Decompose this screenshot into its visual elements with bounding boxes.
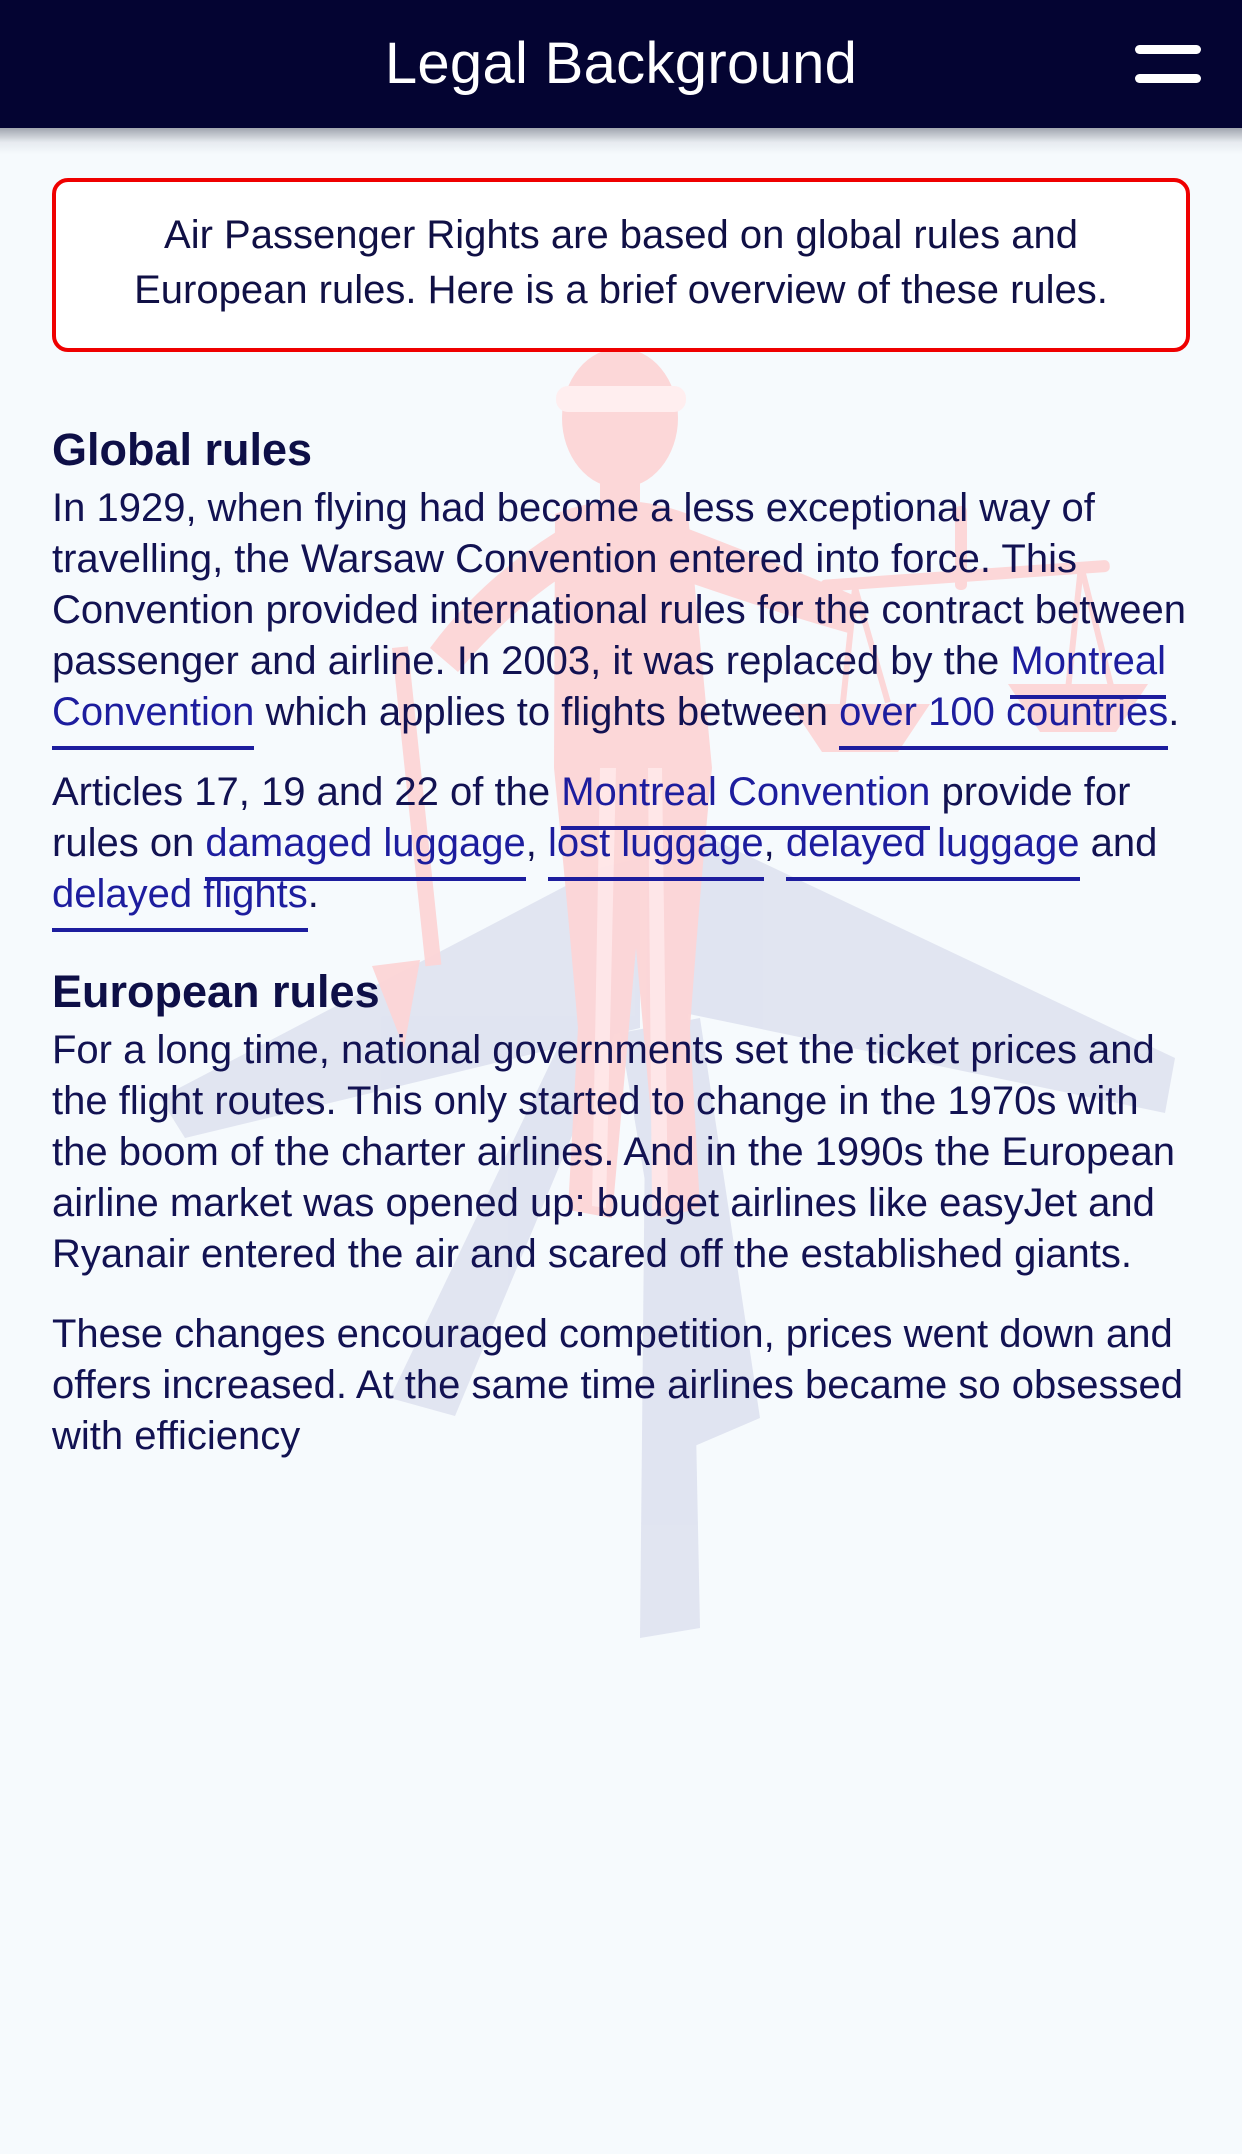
intro-callout-box: Air Passenger Rights are based on global…	[52, 178, 1190, 352]
hamburger-bar-bottom	[1135, 74, 1201, 83]
inline-link[interactable]: delayed luggage	[785, 821, 1080, 882]
section-global-rules: Global rules In 1929, when flying had be…	[52, 423, 1190, 932]
app-header: Legal Background	[0, 0, 1242, 154]
section-european-rules: European rules For a long time, national…	[52, 966, 1190, 1462]
hamburger-bar-top	[1135, 45, 1201, 54]
inline-link[interactable]: over 100 countries	[839, 689, 1169, 750]
section-heading-european-rules: European rules	[52, 965, 380, 1017]
paragraph-european-2: These changes encouraged competition, pr…	[52, 1312, 1183, 1459]
paragraph-european-1: For a long time, national governments se…	[52, 1028, 1175, 1276]
paragraph-global-1: In 1929, when flying had become a less e…	[52, 483, 1190, 750]
inline-link[interactable]: lost luggage	[547, 821, 764, 882]
inline-link[interactable]: delayed flights	[52, 871, 308, 932]
hamburger-menu-icon[interactable]	[1126, 28, 1210, 100]
page-title: Legal Background	[384, 31, 858, 96]
paragraph-global-2: Articles 17, 19 and 22 of the Montreal C…	[52, 767, 1190, 932]
main-content: Air Passenger Rights are based on global…	[0, 128, 1242, 1462]
section-heading-global-rules: Global rules	[52, 423, 313, 475]
intro-callout-text: Air Passenger Rights are based on global…	[134, 213, 1108, 312]
